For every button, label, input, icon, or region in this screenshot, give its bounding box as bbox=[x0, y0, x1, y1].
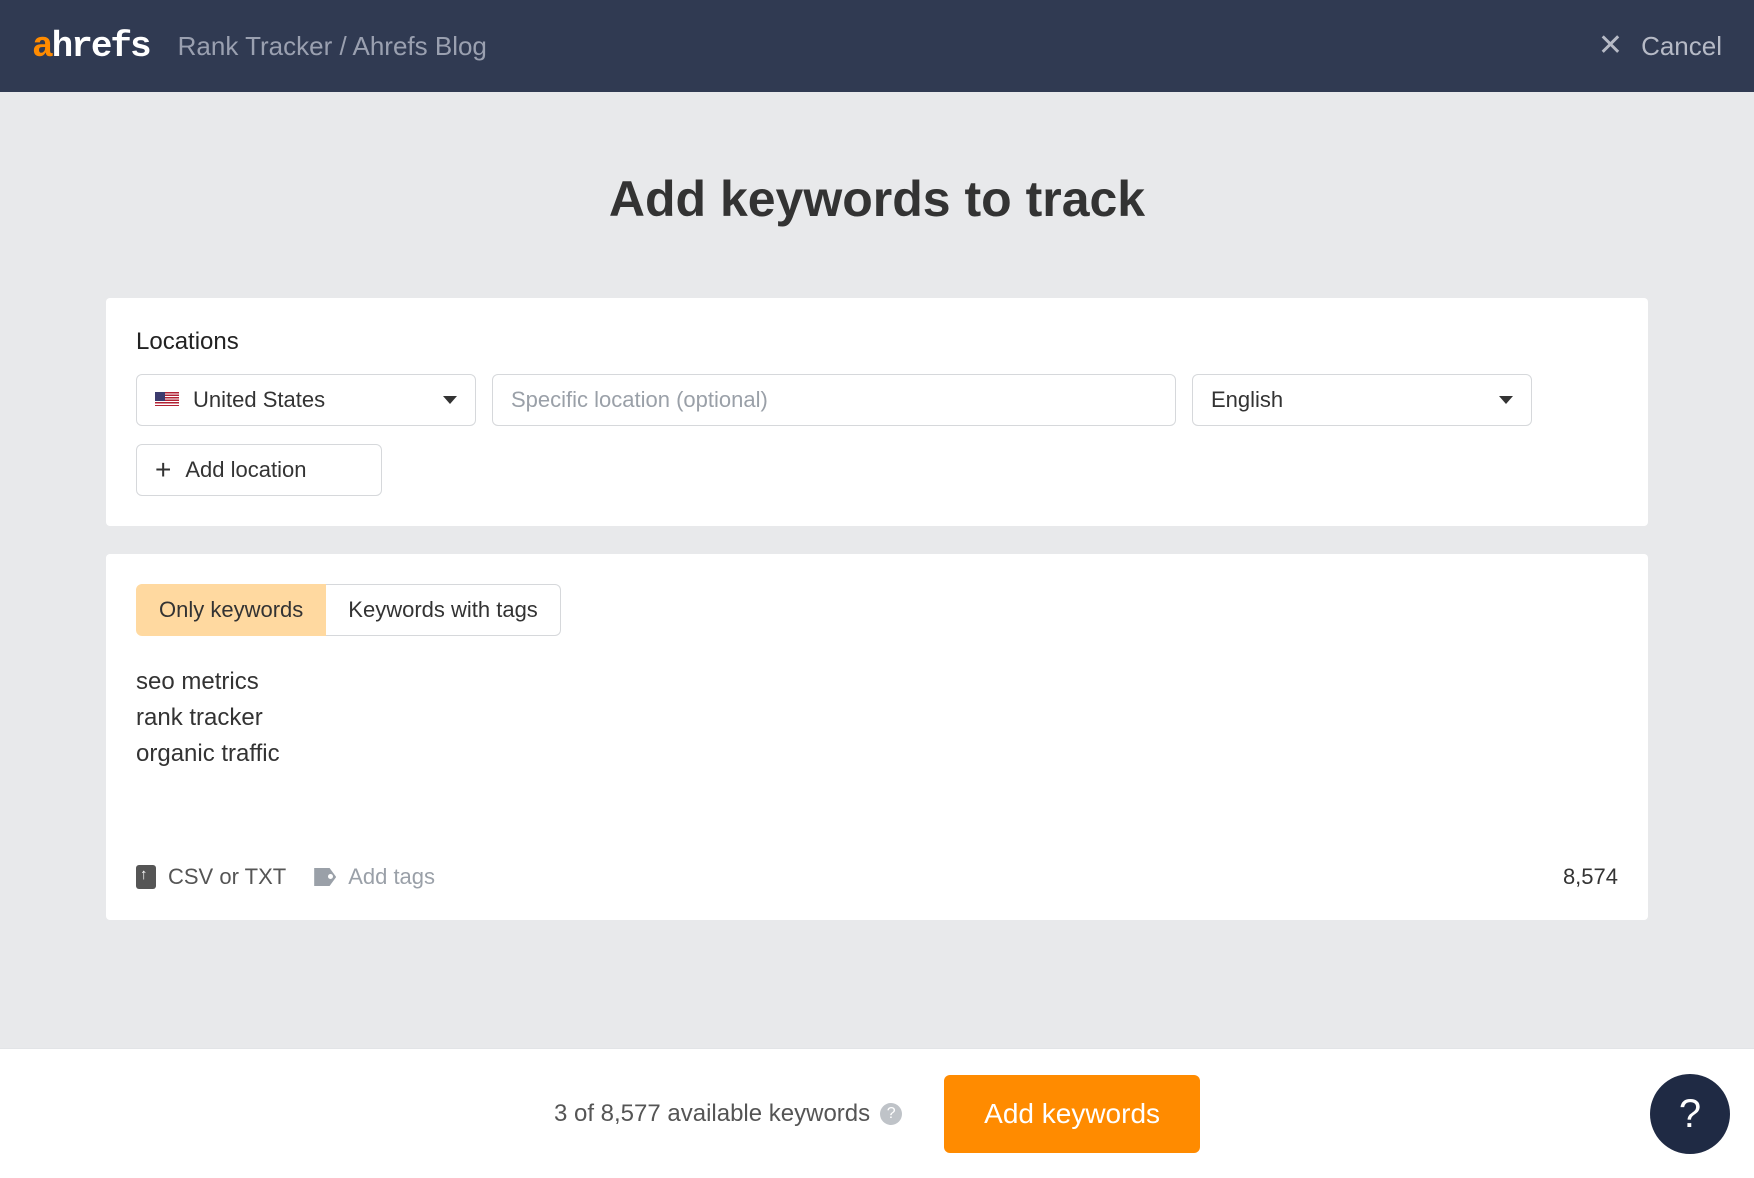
add-tags-button[interactable]: Add tags bbox=[314, 864, 435, 890]
specific-location-input[interactable]: Specific location (optional) bbox=[492, 374, 1176, 426]
keywords-panel: Only keywords Keywords with tags seo met… bbox=[106, 554, 1648, 920]
add-location-label: Add location bbox=[185, 457, 306, 483]
app-header: ahrefs Rank Tracker / Ahrefs Blog ✕ Canc… bbox=[0, 0, 1754, 92]
available-keywords-text: 3 of 8,577 available keywords ? bbox=[554, 1100, 902, 1128]
upload-icon bbox=[136, 865, 156, 889]
tab-only-keywords[interactable]: Only keywords bbox=[136, 584, 326, 636]
add-keywords-button[interactable]: Add keywords bbox=[944, 1075, 1200, 1153]
upload-label: CSV or TXT bbox=[168, 864, 286, 890]
plus-icon: + bbox=[155, 454, 171, 486]
logo[interactable]: ahrefs bbox=[32, 26, 150, 67]
tag-icon bbox=[314, 868, 336, 886]
bottom-bar: 3 of 8,577 available keywords ? Add keyw… bbox=[0, 1048, 1754, 1178]
flag-us-icon bbox=[155, 392, 179, 408]
page-title: Add keywords to track bbox=[0, 170, 1754, 228]
add-location-button[interactable]: + Add location bbox=[136, 444, 382, 496]
language-select[interactable]: English bbox=[1192, 374, 1532, 426]
upload-csv-button[interactable]: CSV or TXT bbox=[136, 864, 286, 890]
tab-keywords-with-tags[interactable]: Keywords with tags bbox=[326, 584, 561, 636]
locations-row: United States Specific location (optiona… bbox=[136, 374, 1618, 426]
logo-a: a bbox=[32, 26, 52, 67]
help-fab-button[interactable]: ? bbox=[1650, 1074, 1730, 1154]
locations-label: Locations bbox=[136, 328, 1618, 356]
header-left: ahrefs Rank Tracker / Ahrefs Blog bbox=[32, 26, 487, 67]
chevron-down-icon bbox=[1499, 396, 1513, 404]
keyword-mode-tabs: Only keywords Keywords with tags bbox=[136, 584, 1618, 636]
cancel-button[interactable]: ✕ Cancel bbox=[1598, 31, 1722, 62]
language-value: English bbox=[1211, 387, 1283, 413]
character-count: 8,574 bbox=[1563, 864, 1618, 890]
question-icon: ? bbox=[1679, 1092, 1701, 1137]
tab-with-tags-label: Keywords with tags bbox=[348, 597, 538, 623]
available-label: 3 of 8,577 available keywords bbox=[554, 1100, 870, 1128]
breadcrumb[interactable]: Rank Tracker / Ahrefs Blog bbox=[178, 31, 487, 62]
chevron-down-icon bbox=[443, 396, 457, 404]
close-icon: ✕ bbox=[1598, 31, 1623, 61]
keywords-textarea[interactable]: seo metrics rank tracker organic traffic bbox=[136, 664, 1618, 854]
country-value: United States bbox=[193, 387, 325, 413]
country-select[interactable]: United States bbox=[136, 374, 476, 426]
tab-only-label: Only keywords bbox=[159, 597, 303, 623]
logo-rest: hrefs bbox=[52, 26, 150, 67]
add-tags-label: Add tags bbox=[348, 864, 435, 890]
locations-panel: Locations United States Specific locatio… bbox=[106, 298, 1648, 526]
specific-location-placeholder: Specific location (optional) bbox=[511, 387, 768, 413]
keywords-panel-footer: CSV or TXT Add tags 8,574 bbox=[136, 864, 1618, 890]
help-tooltip-icon[interactable]: ? bbox=[880, 1103, 902, 1125]
cancel-label: Cancel bbox=[1641, 31, 1722, 62]
